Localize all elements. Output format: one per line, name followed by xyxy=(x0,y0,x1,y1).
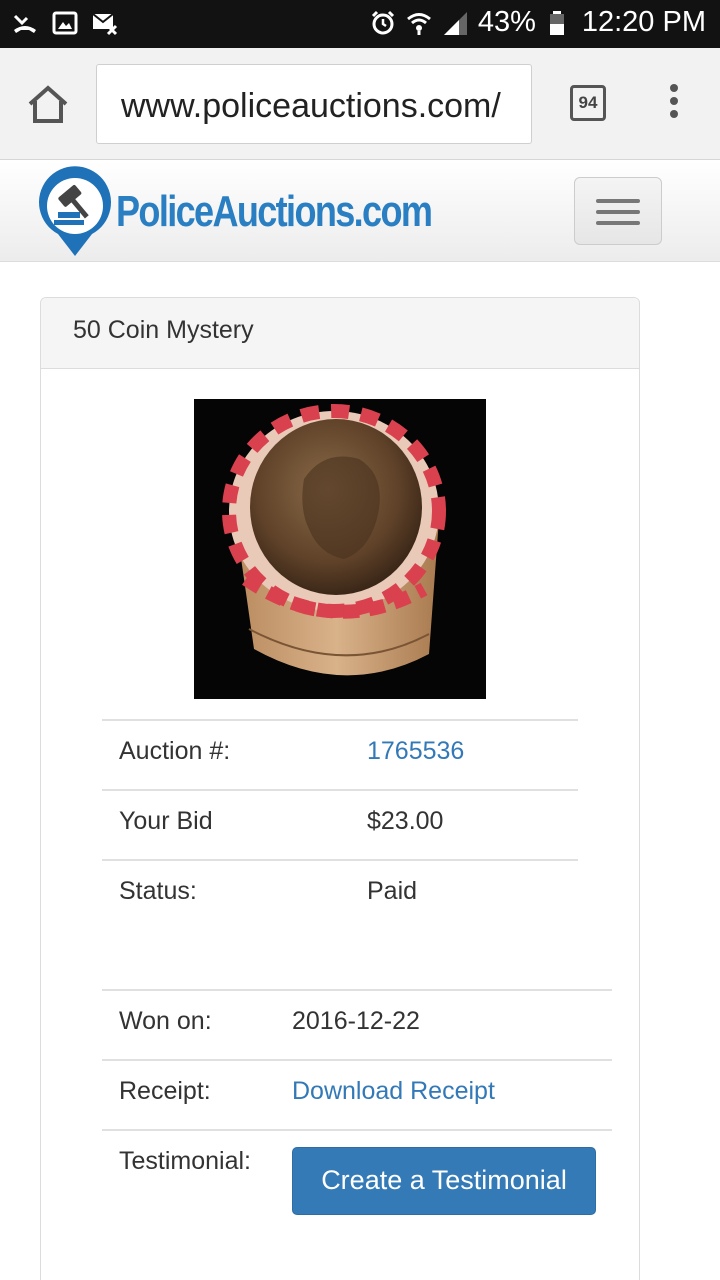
order-row-receipt: Receipt: Download Receipt xyxy=(102,1059,612,1129)
download-receipt-link[interactable]: Download Receipt xyxy=(292,1077,495,1106)
address-bar[interactable]: www.policeauctions.com/ xyxy=(96,64,532,144)
mail-error-icon xyxy=(92,10,118,36)
missed-call-icon xyxy=(12,10,38,36)
browser-toolbar: www.policeauctions.com/ 94 xyxy=(0,48,720,160)
detail-row-auction: Auction #: 1765536 xyxy=(102,719,578,789)
tab-switcher-button[interactable]: 94 xyxy=(570,85,606,121)
won-on-value: 2016-12-22 xyxy=(292,1007,420,1035)
alarm-icon xyxy=(370,10,396,36)
item-title: 50 Coin Mystery xyxy=(41,298,639,369)
detail-row-bid: Your Bid $23.00 xyxy=(102,789,578,859)
create-testimonial-button[interactable]: Create a Testimonial xyxy=(292,1147,596,1215)
detail-row-status: Status: Paid xyxy=(102,859,578,989)
order-row-won: Won on: 2016-12-22 xyxy=(102,989,612,1059)
clock: 12:20 PM xyxy=(581,6,706,38)
your-bid-label: Your Bid xyxy=(119,807,213,835)
battery-percent: 43% xyxy=(477,6,536,38)
wifi-icon xyxy=(406,10,432,36)
receipt-label: Receipt: xyxy=(119,1077,211,1105)
battery-icon xyxy=(546,10,572,36)
status-value: Paid xyxy=(367,877,418,905)
gavel-pin-icon xyxy=(39,166,112,256)
item-image[interactable] xyxy=(194,399,486,699)
your-bid-value: $23.00 xyxy=(367,807,444,835)
order-row-testimonial: Testimonial: Create a Testimonial xyxy=(102,1129,612,1239)
auction-number-label: Auction #: xyxy=(119,737,231,765)
logo-text: PoliceAuctions.com xyxy=(116,187,433,236)
site-navbar: PoliceAuctions.com xyxy=(0,161,720,262)
status-bar: 43% 12:20 PM xyxy=(0,0,720,48)
auction-number-link[interactable]: 1765536 xyxy=(367,737,464,766)
home-icon[interactable] xyxy=(26,84,70,124)
auction-panel: 50 Coin Mystery Auction #: 1765536 Your … xyxy=(40,297,640,1280)
status-label: Status: xyxy=(119,877,197,905)
testimonial-label: Testimonial: xyxy=(119,1147,251,1175)
won-on-label: Won on: xyxy=(119,1007,212,1035)
overflow-menu-icon[interactable] xyxy=(666,84,682,124)
url-text: www.policeauctions.com/ xyxy=(121,87,501,125)
gallery-icon xyxy=(52,10,78,36)
signal-icon xyxy=(442,10,468,36)
site-logo[interactable]: PoliceAuctions.com xyxy=(36,165,501,259)
hamburger-menu-button[interactable] xyxy=(574,177,662,245)
